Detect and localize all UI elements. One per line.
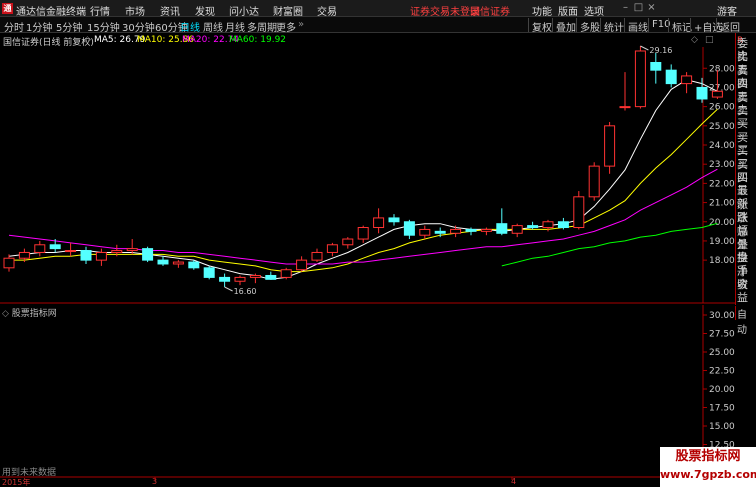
candle-body-down xyxy=(80,250,92,261)
low-price-label: 16.60 xyxy=(234,287,257,296)
candle-body-down xyxy=(665,69,677,85)
candle-body-down xyxy=(527,225,539,229)
candle-body-up xyxy=(95,251,107,261)
price-ytick-label: 21.00 xyxy=(709,199,735,209)
candle-body-up xyxy=(296,259,308,271)
candle-body-up xyxy=(249,274,261,278)
ma-line-ma5 xyxy=(8,79,718,280)
indicator-ytick-label: 20.00 xyxy=(709,385,735,395)
candle-body-down xyxy=(188,261,200,269)
candle-body-down xyxy=(650,62,662,71)
candle-body-up xyxy=(3,257,15,269)
candle-body-up xyxy=(480,228,492,232)
candle-body-down xyxy=(49,244,61,250)
candle-body-down xyxy=(465,228,477,232)
candle-body-down xyxy=(157,259,169,265)
candle-body-down xyxy=(496,223,508,234)
ma-line-ma20 xyxy=(8,168,718,265)
candle-body-up xyxy=(711,90,723,98)
candle-body-down xyxy=(557,221,569,229)
price-chart[interactable]: 18.00 19.00 20.00 21.00 22.00 23.00 24.00 25.00… xyxy=(0,0,756,487)
indicator-ytick-label: 15.00 xyxy=(709,422,735,432)
candle-body-down xyxy=(265,274,277,280)
indicator-ytick-label: 27.50 xyxy=(709,330,735,340)
candle-body-up xyxy=(450,228,462,234)
indicator-ytick-label: 17.50 xyxy=(709,404,735,414)
candle-body-up xyxy=(311,251,323,261)
candle-body-up xyxy=(604,125,616,167)
price-ytick-label: 22.00 xyxy=(709,179,735,189)
candle-body-up xyxy=(65,250,77,253)
price-ytick-label: 18.00 xyxy=(709,256,735,266)
indicator-ytick-label: 22.50 xyxy=(709,367,735,377)
candle-body-up xyxy=(542,221,554,229)
candle-body-up xyxy=(18,251,30,259)
candle-body-up xyxy=(619,106,631,109)
price-ytick-label: 19.00 xyxy=(709,237,735,247)
watermark-url: www.7gpzb.com xyxy=(660,468,756,481)
candle-body-up xyxy=(234,276,246,282)
candle-body-down xyxy=(696,86,708,100)
candle-body-up xyxy=(419,228,431,236)
price-ytick-label: 28.00 xyxy=(709,64,735,74)
candle-body-up xyxy=(280,269,292,278)
candle-body-up xyxy=(634,50,646,108)
candle-body-up xyxy=(34,244,46,253)
high-price-label: 29.16 xyxy=(649,46,672,55)
price-ytick-label: 20.00 xyxy=(709,218,735,228)
price-ytick-label: 26.00 xyxy=(709,103,735,113)
candle-body-down xyxy=(142,248,154,261)
candle-body-up xyxy=(342,238,354,246)
candle-body-up xyxy=(573,196,585,229)
candle-body-down xyxy=(403,221,415,236)
price-ytick-label: 24.00 xyxy=(709,141,735,151)
candle-body-up xyxy=(588,165,600,198)
candle-body-up xyxy=(326,244,338,253)
candle-body-up xyxy=(681,75,693,85)
candle-body-up xyxy=(126,248,138,252)
candle-body-up xyxy=(511,225,523,234)
candle-body-down xyxy=(388,217,400,223)
candle-body-down xyxy=(434,230,446,234)
low-pointer xyxy=(224,286,233,292)
candle-body-up xyxy=(357,227,369,240)
candle-body-up xyxy=(111,250,123,253)
indicator-ytick-label: 25.00 xyxy=(709,348,735,358)
candle-body-down xyxy=(203,267,215,278)
candle-body-up xyxy=(373,217,385,229)
high-pointer xyxy=(640,45,649,51)
candle-body-up xyxy=(172,261,184,265)
indicator-ytick-label: 30.00 xyxy=(709,311,735,321)
watermark-title: 股票指标网 xyxy=(675,449,741,464)
price-ytick-label: 25.00 xyxy=(709,122,735,132)
candle-body-down xyxy=(219,276,231,282)
site-watermark: 股票指标网 www.7gpzb.com xyxy=(660,447,756,487)
price-ytick-label: 23.00 xyxy=(709,160,735,170)
